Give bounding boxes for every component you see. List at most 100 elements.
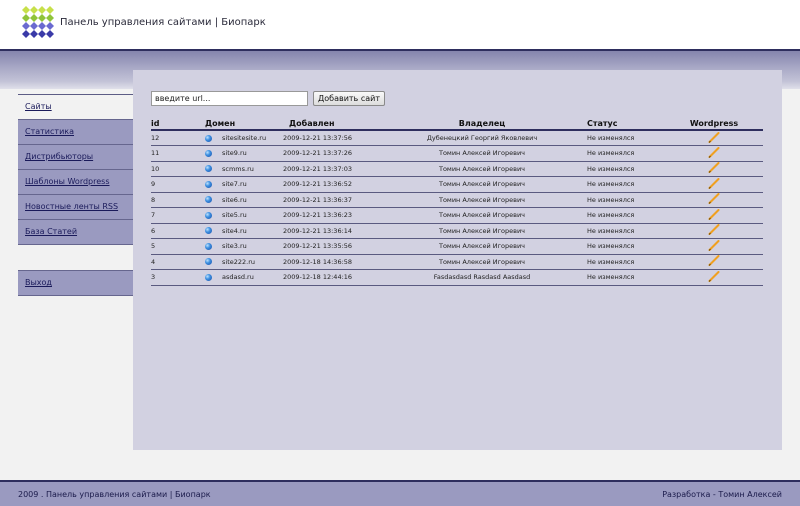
domain-link[interactable]: site7.ru [222,180,247,188]
sidebar-item[interactable]: Дистрибьюторы [18,144,133,169]
sidebar-divider [18,295,133,296]
cell-wordpress [665,238,763,255]
sidebar: Сайты Статистика Дистрибьюторы Шаблоны Word… [18,94,133,296]
main-content-panel: Добавить сайт id Домен Добавлен Владелец… [133,70,782,450]
cell-status: Не изменялся [587,269,665,286]
globe-icon [205,227,212,235]
cell-domain[interactable]: site6.ru [185,192,275,208]
cell-added: 2009-12-18 14:36:58 [275,254,377,270]
sites-table: id Домен Добавлен Владелец Статус Wordpr… [151,118,763,286]
domain-link[interactable]: site9.ru [222,149,247,157]
cell-domain[interactable]: sitesitesite.ru [185,130,275,146]
cell-wordpress [665,269,763,286]
column-header-id[interactable]: id [151,118,185,131]
cell-owner: Томин Алексей Игоревич [377,254,587,270]
table-row[interactable]: 7 site5.ru 2009-12-21 13:36:23 Томин Алексе… [151,207,763,224]
cell-domain[interactable]: site4.ru [185,223,275,239]
globe-icon [205,165,212,173]
logout-link[interactable]: Выход [18,270,133,295]
domain-link[interactable]: site5.ru [222,211,247,219]
cell-id: 3 [151,269,185,286]
cell-wordpress [665,207,763,224]
cell-owner: Томин Алексей Игоревич [377,192,587,208]
pencil-edit-icon[interactable] [708,255,720,268]
cell-wordpress [665,161,763,177]
domain-link[interactable]: sitesitesite.ru [222,134,266,142]
globe-icon [205,273,212,281]
sidebar-item[interactable]: Сайты [18,94,133,119]
url-input[interactable] [151,91,308,106]
domain-link[interactable]: scmms.ru [222,165,254,173]
footer: 2009 . Панель управления сайтами | Биопа… [0,482,800,506]
table-row[interactable]: 10 scmms.ru 2009-12-21 13:37:03 Томин Алекс… [151,161,763,177]
table-row[interactable]: 8 site6.ru 2009-12-21 13:36:37 Томин Алексе… [151,192,763,208]
pencil-edit-icon[interactable] [708,162,720,175]
domain-link[interactable]: site222.ru [222,258,255,266]
pencil-edit-icon[interactable] [708,177,720,191]
cell-wordpress [665,223,763,239]
cell-added: 2009-12-21 13:37:03 [275,161,377,177]
cell-owner: Томин Алексей Игоревич [377,238,587,255]
sidebar-item[interactable]: Шаблоны Wordpress [18,169,133,194]
pencil-edit-icon[interactable] [708,131,720,145]
pencil-edit-icon[interactable] [708,146,720,160]
domain-link[interactable]: site6.ru [222,196,247,204]
cell-status: Не изменялся [587,192,665,208]
cell-added: 2009-12-21 13:36:23 [275,207,377,224]
cell-added: 2009-12-21 13:36:14 [275,223,377,239]
cell-status: Не изменялся [587,238,665,255]
table-header-row: id Домен Добавлен Владелец Статус Wordpr… [151,118,763,131]
cell-owner: Томин Алексей Игоревич [377,161,587,177]
cell-status: Не изменялся [587,161,665,177]
cell-wordpress [665,130,763,146]
table-row[interactable]: 3 asdasd.ru 2009-12-18 12:44:16 Fasdasdasd … [151,269,763,286]
pencil-edit-icon[interactable] [708,224,720,237]
cell-added: 2009-12-21 13:35:56 [275,238,377,255]
pencil-edit-icon[interactable] [708,193,720,206]
pencil-edit-icon[interactable] [708,208,720,222]
table-row[interactable]: 9 site7.ru 2009-12-21 13:36:52 Томин Алексе… [151,176,763,193]
cell-status: Не изменялся [587,130,665,146]
table-row[interactable]: 6 site4.ru 2009-12-21 13:36:14 Томин Алексе… [151,223,763,239]
cell-owner: Томин Алексей Игоревич [377,176,587,193]
cell-added: 2009-12-21 13:36:37 [275,192,377,208]
footer-copyright: 2009 . Панель управления сайтами | Биопа… [18,490,211,499]
globe-icon [205,134,212,142]
sidebar-gap [18,245,133,270]
cell-id: 10 [151,161,185,177]
table-row[interactable]: 5 site3.ru 2009-12-21 13:35:56 Томин Алексе… [151,238,763,255]
cell-owner: Томин Алексей Игоревич [377,223,587,239]
sidebar-item[interactable]: База Статей [18,219,133,244]
pencil-edit-icon[interactable] [708,270,720,284]
add-site-button[interactable]: Добавить сайт [313,91,385,106]
cell-domain[interactable]: site9.ru [185,145,275,162]
cell-wordpress [665,254,763,270]
column-header-wordpress[interactable]: Wordpress [665,118,763,131]
column-header-status[interactable]: Статус [587,118,665,131]
cell-domain[interactable]: site7.ru [185,176,275,193]
table-row[interactable]: 12 sitesitesite.ru 2009-12-21 13:37:56 Дубе… [151,130,763,146]
cell-status: Не изменялся [587,207,665,224]
header: Панель управления сайтами | Биопарк [0,0,800,49]
cell-domain[interactable]: asdasd.ru [185,269,275,286]
domain-link[interactable]: site3.ru [222,242,247,250]
sidebar-item[interactable]: Статистика [18,119,133,144]
cell-id: 8 [151,192,185,208]
sidebar-item[interactable]: Новостные ленты RSS [18,194,133,219]
table-row[interactable]: 4 site222.ru 2009-12-18 14:36:58 Томин Алек… [151,254,763,270]
cell-domain[interactable]: site3.ru [185,238,275,255]
cell-id: 7 [151,207,185,224]
cell-domain[interactable]: scmms.ru [185,161,275,177]
column-header-domain[interactable]: Домен [185,118,275,131]
column-header-added[interactable]: Добавлен [275,118,377,131]
column-header-owner[interactable]: Владелец [377,118,587,131]
cell-domain[interactable]: site222.ru [185,254,275,270]
table-row[interactable]: 11 site9.ru 2009-12-21 13:37:26 Томин Алекс… [151,145,763,162]
cell-domain[interactable]: site5.ru [185,207,275,224]
domain-link[interactable]: site4.ru [222,227,247,235]
cell-added: 2009-12-18 12:44:16 [275,269,377,286]
pencil-edit-icon[interactable] [708,239,720,253]
globe-icon [205,180,212,188]
domain-link[interactable]: asdasd.ru [222,273,254,281]
footer-credits: Разработка - Томин Алексей [662,490,782,499]
